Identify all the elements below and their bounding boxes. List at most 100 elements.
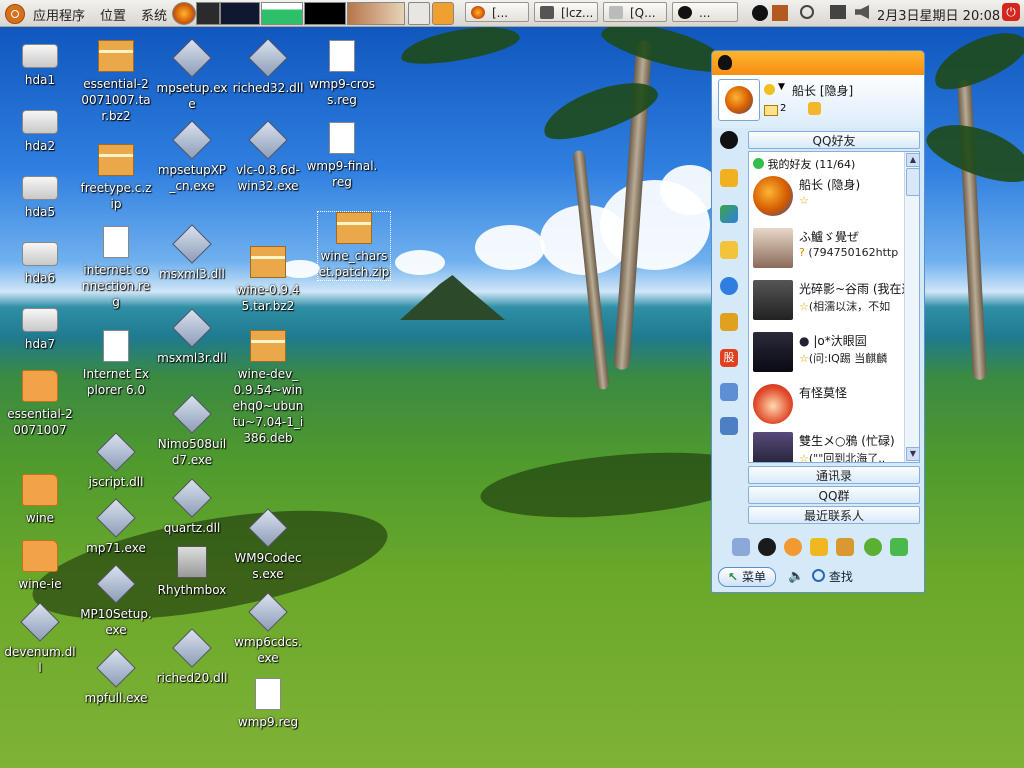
globe-icon[interactable] (720, 277, 738, 295)
desktop-icon[interactable]: hda1 (4, 40, 76, 88)
app-tray-icon[interactable] (772, 5, 788, 21)
desktop-icon[interactable]: devenum.dll (4, 602, 76, 676)
network-tray-icon[interactable] (830, 5, 846, 19)
desktop-icon[interactable]: jscript.dll (80, 432, 152, 490)
desktop-icon[interactable]: msxml3.dll (156, 224, 228, 282)
tab-recent-contacts[interactable]: 最近联系人 (748, 506, 920, 524)
desktop-icon[interactable]: mpfull.exe (80, 648, 152, 706)
mail-icon[interactable] (764, 105, 778, 116)
task-firefox[interactable]: [... (465, 2, 529, 22)
list-item[interactable]: 有怪莫怪 (751, 382, 903, 426)
cpu-monitor-icon[interactable] (220, 2, 260, 25)
task-terminal[interactable]: [lcz... (534, 2, 598, 22)
trash-icon[interactable] (720, 417, 738, 435)
clock[interactable]: 2月3日星期日 20:08 (877, 5, 1000, 24)
friend-list-scrollbar[interactable]: ▲ ▼ (904, 152, 919, 462)
desktop-icon[interactable]: wine_charset.patch.zip (317, 211, 391, 281)
friend-list[interactable]: 我的好友 (11/64) 船长 (隐身) ☆ ふ鱸ゞ覺ぜ ? (79475016… (748, 151, 920, 463)
network-monitor-icon[interactable] (304, 2, 346, 25)
wallet-icon[interactable] (808, 102, 821, 115)
update-notifier-icon[interactable] (432, 2, 454, 25)
penguin-icon[interactable] (720, 131, 738, 149)
speaker-icon[interactable]: 🔈 (788, 569, 804, 584)
desktop-icon[interactable]: quartz.dll (156, 478, 228, 536)
scroll-down-icon[interactable]: ▼ (906, 447, 919, 461)
ubuntu-logo-icon[interactable] (5, 4, 25, 24)
notepad-icon[interactable] (720, 383, 738, 401)
desktop-icon[interactable]: msxml3r.dll (156, 308, 228, 366)
group-header[interactable]: 我的好友 (11/64) (753, 156, 855, 172)
desktop-icon[interactable]: wmp6cdcs.exe (232, 592, 304, 666)
show-desktop-icon[interactable] (408, 2, 430, 25)
task-qq-window[interactable]: [Q... (603, 2, 667, 22)
volume-tray-icon[interactable] (855, 5, 869, 19)
stock-icon[interactable]: 股 (720, 349, 738, 367)
desktop-icon[interactable]: wmp9-final.reg (306, 122, 378, 190)
ring-tray-icon[interactable] (800, 5, 814, 19)
user-name[interactable]: 船长 [隐身] (792, 82, 853, 99)
money-icon[interactable] (864, 538, 882, 556)
desktop-icon[interactable]: Rhythmbox (156, 546, 228, 598)
desktop-icon[interactable]: MP10Setup.exe (80, 564, 152, 638)
memory-monitor-icon[interactable] (261, 2, 303, 25)
task-qq[interactable]: ... (672, 2, 738, 22)
desktop-icon[interactable]: wine-dev_0.9.54~winehq0~ubuntu~7.04-1_i3… (232, 330, 304, 446)
qq-tray-icon[interactable] (752, 5, 768, 21)
menu-button[interactable]: ↖ 菜单 (718, 567, 776, 587)
desktop-icon[interactable]: riched20.dll (156, 628, 228, 686)
chevron-down-icon[interactable]: ▼ (778, 82, 785, 92)
edit-icon[interactable] (732, 538, 750, 556)
menu-applications[interactable]: 应用程序 (33, 5, 85, 24)
desktop-icon[interactable]: WM9Codecs.exe (232, 508, 304, 582)
desktop-icon[interactable]: essential-20071007.tar.bz2 (80, 40, 152, 124)
list-item[interactable]: ふ鱸ゞ覺ぜ ? (794750162http (751, 226, 903, 270)
desktop-icon[interactable]: mpsetupXP_cn.exe (156, 120, 228, 194)
desktop-icon[interactable]: Nimo508uild7.exe (156, 394, 228, 468)
menu-places[interactable]: 位置 (100, 5, 126, 24)
firefox-launcher-icon[interactable] (172, 2, 196, 25)
tab-qq-friends[interactable]: QQ好友 (748, 131, 920, 149)
desktop-icon[interactable]: wine (4, 474, 76, 526)
list-item[interactable]: 雙生メ○鴉 (忙碌) ☆(""回到北海了.. (751, 430, 903, 462)
plugin-icon[interactable] (890, 538, 908, 556)
desktop-icon[interactable]: internet connection.reg (80, 226, 152, 310)
phone-icon[interactable] (720, 313, 738, 331)
desktop-icon[interactable]: hda7 (4, 304, 76, 352)
qq-window[interactable]: ▼ 船长 [隐身] 2 股 QQ好友 我的好友 (11/64) 船长 (隐身) … (711, 50, 925, 593)
list-item[interactable]: 船长 (隐身) ☆ (751, 174, 903, 218)
desktop-icon[interactable]: freetype.c.zip (80, 144, 152, 212)
avatar[interactable] (718, 79, 760, 121)
scroll-thumb[interactable] (906, 168, 919, 196)
desktop-icon[interactable]: wine-ie (4, 540, 76, 592)
desktop-icon[interactable]: vlc-0.8.6d-win32.exe (232, 120, 304, 194)
browser-icon[interactable] (784, 538, 802, 556)
desktop-icon[interactable]: mp71.exe (80, 498, 152, 556)
desktop-icon[interactable]: hda2 (4, 106, 76, 154)
smiley-icon[interactable] (764, 84, 775, 95)
terminal-launcher-icon[interactable] (196, 2, 220, 25)
game-icon[interactable] (810, 538, 828, 556)
scroll-up-icon[interactable]: ▲ (906, 153, 919, 167)
desktop-icon[interactable]: wmp9-cross.reg (306, 40, 378, 108)
list-item[interactable]: ● |o*汏眼囩 ☆(问:IQ踢 当麒麟 (751, 330, 903, 374)
desktop-icon[interactable]: hda5 (4, 172, 76, 220)
penguin-icon[interactable] (758, 538, 776, 556)
desktop-icon[interactable]: wine-0.9.45.tar.bz2 (232, 246, 304, 314)
find-button[interactable]: 查找 (812, 568, 853, 585)
desktop-icon[interactable]: mpsetup.exe (156, 38, 228, 112)
power-icon[interactable]: ⏻ (1002, 3, 1020, 21)
pencil-icon[interactable] (720, 241, 738, 259)
hammer-icon[interactable] (720, 169, 738, 187)
desktop-icon[interactable]: hda6 (4, 238, 76, 286)
menu-system[interactable]: 系统 (141, 5, 167, 24)
window-app-icon[interactable] (720, 205, 738, 223)
list-item[interactable]: 光碎影~谷雨 (我在这 ☆(相濡以沫，不如 (751, 278, 905, 322)
tab-qq-groups[interactable]: QQ群 (748, 486, 920, 504)
disk-monitor-icon[interactable] (347, 2, 405, 25)
desktop-icon[interactable]: riched32.dll (232, 38, 304, 96)
qq-title-bar[interactable] (712, 51, 924, 75)
desktop-icon[interactable]: Internet Explorer 6.0 (80, 330, 152, 398)
desktop-icon[interactable]: wmp9.reg (232, 678, 304, 730)
pet-icon[interactable] (836, 538, 854, 556)
tab-contacts[interactable]: 通讯录 (748, 466, 920, 484)
